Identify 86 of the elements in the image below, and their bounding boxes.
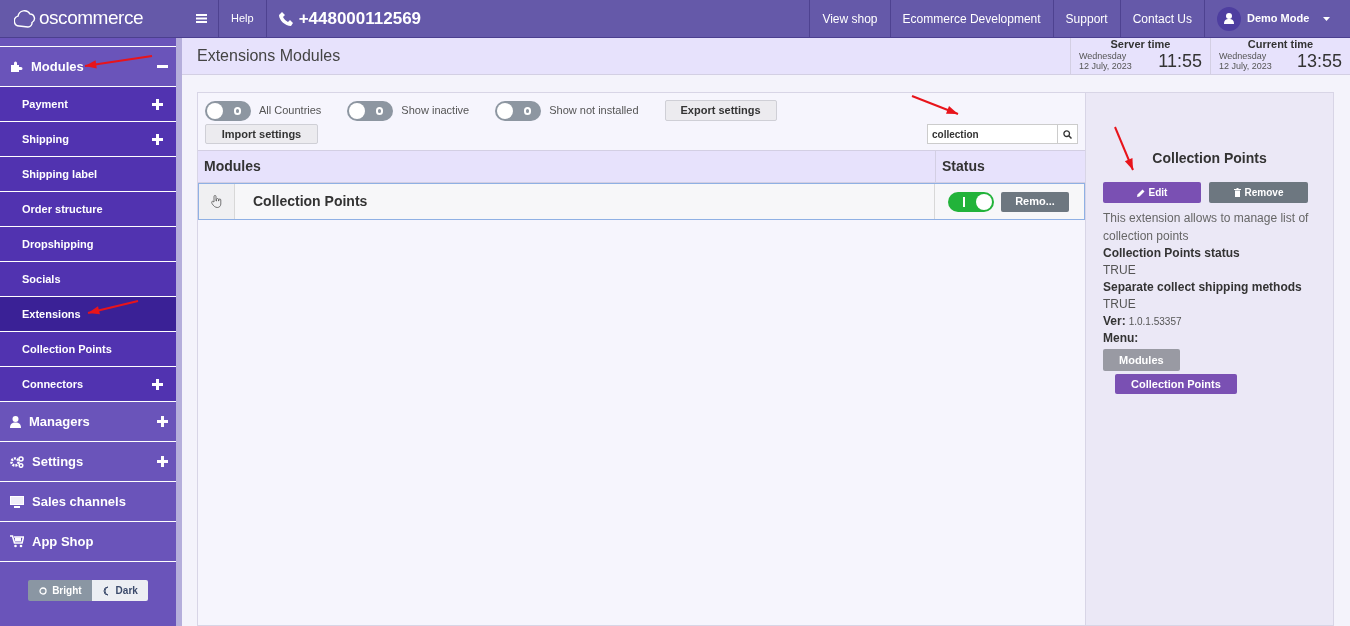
plus-icon [152, 378, 163, 390]
toggle-switch[interactable] [495, 100, 542, 121]
plus-icon [157, 456, 168, 467]
field-value: TRUE [1103, 296, 1137, 313]
nav-link[interactable]: Ecommerce Development [889, 0, 1053, 37]
cart-icon [10, 535, 24, 548]
puzzle-icon [10, 60, 23, 73]
caret-icon [1323, 16, 1331, 21]
filter-label: All Countries [259, 103, 322, 119]
search-icon [1063, 129, 1072, 139]
sidebar-subitem[interactable]: Extensions [0, 297, 176, 332]
plus-icon [157, 416, 168, 427]
clock-date: 12 July, 2023 [1079, 61, 1132, 71]
field-label: Separate collect shipping methods [1103, 279, 1303, 296]
pencil-icon [1136, 188, 1145, 197]
plus-icon [152, 133, 163, 145]
toggle-switch[interactable] [347, 100, 394, 121]
toggle-switch[interactable] [205, 100, 251, 121]
column-header: Status [935, 151, 1085, 182]
sidebar-subitem[interactable]: Shipping [0, 122, 176, 157]
search-field[interactable]: collection [927, 124, 1058, 144]
menu-tag[interactable]: Collection Points [1115, 374, 1237, 394]
module-name: Collection Points [252, 192, 369, 211]
annotation-arrow [84, 55, 153, 69]
details-title: Collection Points [1151, 149, 1268, 168]
version-label: Ver: [1103, 313, 1126, 330]
theme-button[interactable]: Bright [28, 580, 92, 601]
trash-icon [1233, 188, 1241, 197]
minus-icon [157, 65, 168, 68]
sidebar-subitem[interactable]: Order structure [0, 192, 176, 227]
phone-icon [278, 11, 293, 26]
clock-day: Wednesday [1219, 51, 1272, 61]
clock-date: 12 July, 2023 [1219, 61, 1272, 71]
clock-time: 13:55 [1296, 51, 1342, 71]
version-value: 1.0.1.53357 [1128, 315, 1182, 329]
sidebar-item[interactable]: Sales channels [0, 482, 176, 522]
nav-link[interactable]: View shop [809, 0, 890, 37]
export-button[interactable]: Export settings [664, 100, 777, 121]
table-row[interactable]: Collection Points Remo... [198, 183, 1085, 220]
user-menu[interactable]: Demo Mode [1204, 0, 1350, 37]
toggle-switch[interactable] [948, 191, 994, 212]
remove-button[interactable]: Remo... [1001, 191, 1069, 212]
logo-text: oscommerce [39, 6, 143, 31]
nav-link[interactable]: Contact Us [1119, 0, 1204, 37]
nav-link[interactable]: Support [1052, 0, 1120, 37]
filter-label: Show inactive [401, 103, 470, 119]
user-icon [10, 415, 21, 428]
logo-icon [14, 8, 36, 29]
column-header: Modules [203, 157, 262, 176]
annotation-arrow [87, 300, 139, 315]
avatar-icon [1217, 6, 1241, 31]
sidebar-item[interactable]: App Shop [0, 522, 176, 562]
sidebar-subitem[interactable]: Shipping label [0, 157, 176, 192]
sun-icon [38, 585, 49, 596]
plus-icon [152, 98, 163, 110]
sidebar-item[interactable]: Managers [0, 402, 176, 442]
menu-label: Menu: [1103, 330, 1140, 346]
import-button[interactable]: Import settings [205, 124, 318, 144]
phone-number: +448000112569 [298, 7, 422, 30]
sidebar-subitem[interactable]: Dropshipping [0, 227, 176, 262]
user-name: Demo Mode [1247, 11, 1310, 27]
help-link[interactable]: Help [218, 0, 267, 37]
clock-time: 11:55 [1158, 51, 1202, 71]
clock-panel: Server time Wednesday 12 July, 2023 11:55 [1070, 38, 1210, 74]
sidebar-item[interactable]: Settings [0, 442, 176, 482]
theme-button[interactable]: Dark [91, 580, 148, 601]
field-value: TRUE [1103, 262, 1137, 279]
filter-label: Show not installed [549, 103, 639, 119]
annotation-arrow [911, 95, 959, 115]
sidebar-subitem[interactable]: Connectors [0, 367, 176, 402]
search-button[interactable] [1058, 124, 1078, 144]
clock-day: Wednesday [1079, 51, 1132, 61]
details-description: This extension allows to manage list of collection points [1103, 210, 1310, 245]
hand-icon[interactable] [211, 195, 222, 208]
menu-icon[interactable] [196, 14, 207, 23]
gears-icon [10, 455, 24, 468]
page-title: Extensions Modules [196, 46, 342, 66]
sidebar-subitem[interactable]: Payment [0, 87, 176, 122]
field-label: Collection Points status [1103, 245, 1241, 262]
remove-button[interactable]: Remove [1209, 182, 1308, 203]
sidebar-subitem[interactable]: Socials [0, 262, 176, 297]
annotation-arrow [1114, 126, 1134, 171]
edit-button[interactable]: Edit [1103, 182, 1201, 203]
sidebar-subitem[interactable]: Collection Points [0, 332, 176, 367]
clock-panel: Current time Wednesday 12 July, 2023 13:55 [1210, 38, 1350, 74]
monitor-icon [10, 495, 24, 508]
